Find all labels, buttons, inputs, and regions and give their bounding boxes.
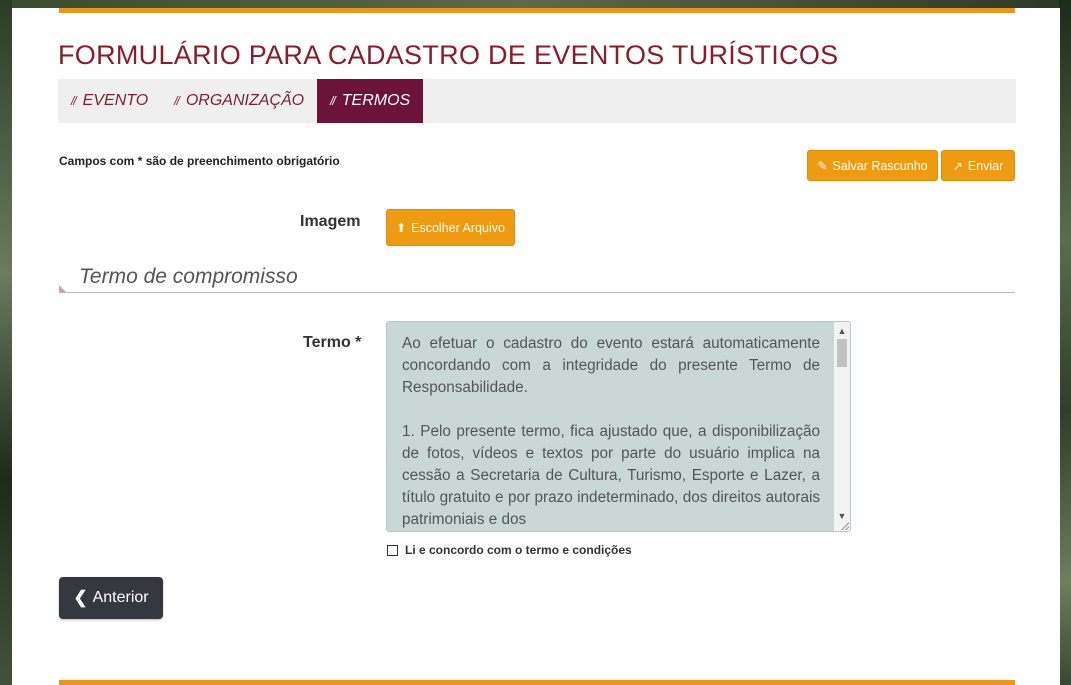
tab-evento[interactable]: // EVENTO [58, 79, 161, 123]
top-accent-bar [59, 8, 1015, 13]
termo-paragraph: 1. Pelo presente termo, fica ajustado qu… [402, 423, 820, 528]
send-label: Enviar [967, 158, 1004, 173]
choose-file-label: Escolher Arquivo [411, 220, 505, 235]
resize-grip-icon[interactable] [841, 522, 849, 530]
tab-label: TERMOS [341, 92, 411, 109]
save-draft-label: Salvar Rascunho [832, 158, 928, 173]
bottom-accent-bar [59, 680, 1015, 685]
upload-icon: ⬆ [396, 220, 407, 235]
agree-checkbox[interactable] [387, 544, 398, 556]
edit-icon: ✎ [817, 158, 828, 173]
termo-text: Ao efetuar o cadastro do evento estará a… [402, 333, 820, 531]
termo-field-label: Termo * [303, 334, 362, 351]
background-photo-left [0, 0, 12, 685]
termo-textarea[interactable]: Ao efetuar o cadastro do evento estará a… [386, 321, 851, 532]
section-corner-decoration [59, 285, 66, 292]
section-title: Termo de compromisso [79, 265, 298, 288]
previous-button[interactable]: ❮ Anterior [59, 577, 163, 619]
agree-label: Li e concordo com o termo e condições [405, 543, 632, 557]
page-title: FORMULÁRIO PARA CADASTRO DE EVENTOS TURÍ… [58, 40, 839, 70]
tab-termos[interactable]: // TERMOS [317, 79, 424, 123]
termo-scrollbar[interactable]: ▲ ▼ [834, 322, 850, 531]
share-icon: ↗ [952, 158, 963, 173]
tab-prefix: // [174, 94, 180, 108]
tab-prefix: // [71, 94, 77, 108]
scroll-up-arrow-icon[interactable]: ▲ [834, 324, 850, 338]
background-photo-right [1059, 0, 1071, 685]
tab-prefix: // [330, 94, 336, 108]
agree-terms[interactable]: Li e concordo com o termo e condições [387, 543, 632, 557]
termo-paragraph: Ao efetuar o cadastro do evento estará a… [402, 335, 820, 396]
scroll-thumb[interactable] [837, 339, 847, 367]
scroll-down-arrow-icon[interactable]: ▼ [834, 509, 850, 523]
chevron-left-icon: ❮ [73, 588, 88, 607]
form-panel: FORMULÁRIO PARA CADASTRO DE EVENTOS TURÍ… [12, 8, 1060, 685]
send-button[interactable]: ↗ Enviar [941, 150, 1015, 181]
tab-label: EVENTO [82, 92, 149, 109]
tab-label: ORGANIZAÇÃO [185, 92, 305, 109]
tab-bar: // EVENTO // ORGANIZAÇÃO // TERMOS [58, 79, 1016, 123]
previous-label: Anterior [92, 589, 149, 606]
save-draft-button[interactable]: ✎ Salvar Rascunho [807, 150, 938, 181]
tab-organizacao[interactable]: // ORGANIZAÇÃO [161, 79, 317, 123]
choose-file-button[interactable]: ⬆ Escolher Arquivo [386, 209, 515, 246]
section-divider [59, 292, 1015, 293]
required-fields-note: Campos com * são de preenchimento obriga… [59, 154, 340, 168]
image-field-label: Imagem [300, 213, 361, 230]
